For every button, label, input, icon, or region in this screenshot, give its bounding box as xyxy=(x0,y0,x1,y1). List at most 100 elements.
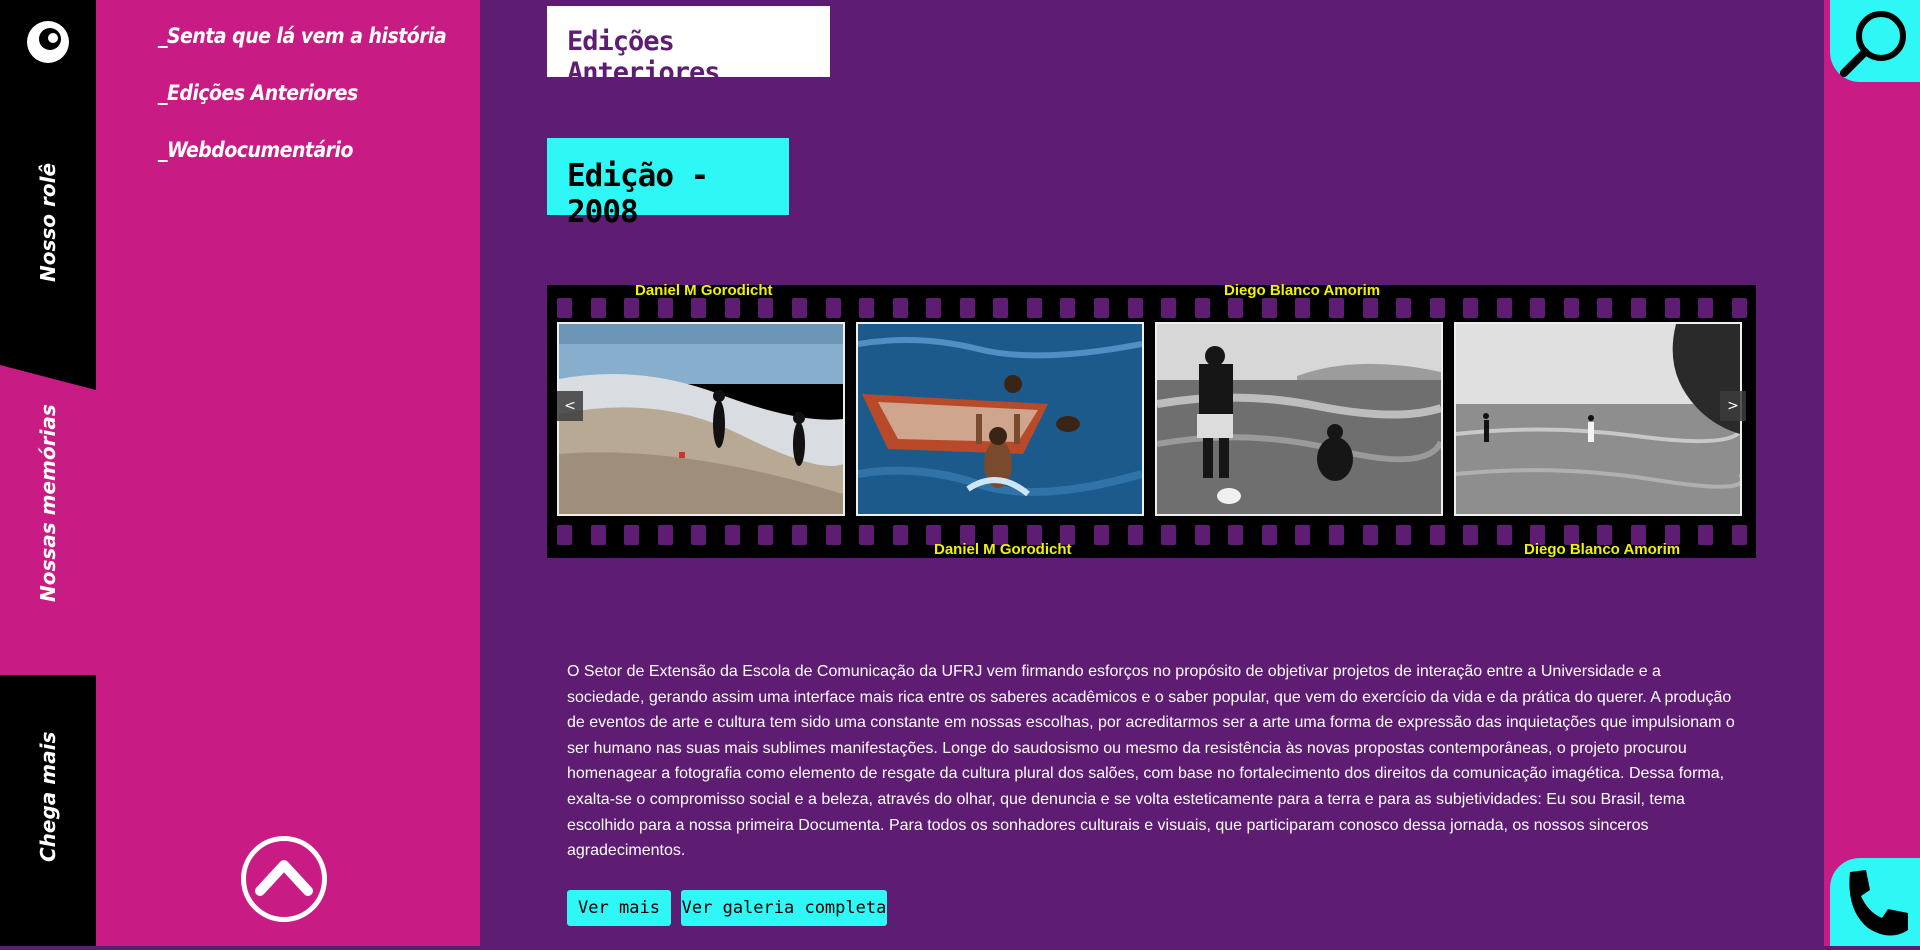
film-hole xyxy=(1664,298,1680,318)
film-hole xyxy=(1698,298,1714,318)
beach-photo xyxy=(559,324,843,514)
film-hole xyxy=(1060,298,1076,318)
film-hole xyxy=(1328,525,1344,545)
film-hole xyxy=(624,298,640,318)
film-hole xyxy=(724,298,740,318)
edition-description: O Setor de Extensão da Escola de Comunic… xyxy=(567,663,1735,860)
scroll-up-button[interactable] xyxy=(241,836,327,922)
film-hole xyxy=(657,525,673,545)
carousel-photo[interactable] xyxy=(856,322,1144,516)
film-hole xyxy=(1597,298,1613,318)
rail-item-chega-mais[interactable]: Chega mais xyxy=(36,732,60,862)
film-hole xyxy=(1261,298,1277,318)
film-hole xyxy=(1261,525,1277,545)
ver-galeria-completa-button[interactable]: Ver galeria completa xyxy=(681,890,887,926)
photo-caption: Daniel M Gorodicht xyxy=(635,282,773,299)
carousel-photo[interactable] xyxy=(1454,322,1742,516)
film-hole xyxy=(590,298,606,318)
submenu-panel: _Senta que lá vem a história _Edições An… xyxy=(96,0,480,946)
film-hole xyxy=(1127,298,1143,318)
film-hole xyxy=(1396,525,1412,545)
film-hole xyxy=(758,298,774,318)
phone-button[interactable] xyxy=(1830,858,1920,946)
film-hole xyxy=(993,298,1009,318)
film-hole xyxy=(1194,298,1210,318)
edition-title: Edição - 2008 xyxy=(567,158,709,230)
film-hole xyxy=(1161,525,1177,545)
film-hole xyxy=(1463,525,1479,545)
film-hole xyxy=(624,525,640,545)
film-hole xyxy=(557,525,572,545)
film-hole xyxy=(1698,525,1714,545)
left-rail: Nosso rolê Nossas memórias Chega mais xyxy=(0,0,96,946)
photo-caption: Daniel M Gorodicht xyxy=(934,541,1072,558)
film-hole xyxy=(892,525,908,545)
film-hole xyxy=(1563,298,1579,318)
film-hole xyxy=(1362,298,1378,318)
film-hole xyxy=(825,298,841,318)
film-hole xyxy=(724,525,740,545)
fisherman-photo xyxy=(1157,324,1441,514)
menu-item-edicoes-anteriores[interactable]: _Edições Anteriores xyxy=(158,81,358,105)
film-hole xyxy=(1228,298,1244,318)
film-holes-top xyxy=(557,298,1747,320)
film-hole xyxy=(892,298,908,318)
film-hole xyxy=(1429,298,1445,318)
film-hole xyxy=(1396,298,1412,318)
film-hole xyxy=(926,298,942,318)
menu-item-webdocumentario[interactable]: _Webdocumentário xyxy=(158,138,353,162)
film-hole xyxy=(1496,298,1512,318)
shore-photo xyxy=(1456,324,1740,514)
film-hole xyxy=(758,525,774,545)
logo-icon[interactable] xyxy=(27,21,69,63)
film-hole xyxy=(1026,298,1042,318)
phone-icon xyxy=(1849,870,1908,936)
film-hole xyxy=(1228,525,1244,545)
film-hole xyxy=(1530,298,1546,318)
carousel-prev-button[interactable]: < xyxy=(557,391,583,421)
ver-mais-button[interactable]: Ver mais xyxy=(567,890,671,926)
scroll-up-icon xyxy=(255,860,313,896)
carousel-next-button[interactable]: > xyxy=(1720,391,1746,421)
film-hole xyxy=(1731,525,1747,545)
film-hole xyxy=(590,525,606,545)
film-hole xyxy=(859,298,875,318)
film-hole xyxy=(1161,298,1177,318)
film-hole xyxy=(1429,525,1445,545)
photo-carousel[interactable]: Daniel M Gorodicht Diego Blanco Amorim D… xyxy=(547,282,1756,558)
edition-title-box: Edição - 2008 xyxy=(547,138,789,230)
boat-photo xyxy=(858,324,1142,514)
film-hole xyxy=(1731,298,1747,318)
film-hole xyxy=(557,298,572,318)
film-hole xyxy=(1194,525,1210,545)
right-strip xyxy=(1824,0,1920,946)
film-hole xyxy=(1094,298,1109,318)
film-hole xyxy=(1463,298,1479,318)
film-hole xyxy=(691,298,707,318)
film-hole xyxy=(1631,298,1646,318)
film-hole xyxy=(959,298,975,318)
film-hole xyxy=(691,525,707,545)
photo-caption: Diego Blanco Amorim xyxy=(1524,541,1681,558)
film-hole xyxy=(1127,525,1143,545)
film-hole xyxy=(1295,298,1311,318)
search-button[interactable] xyxy=(1830,0,1920,82)
menu-item-senta-que-la-vem-a-historia[interactable]: _Senta que lá vem a história xyxy=(158,24,447,48)
film-hole xyxy=(1295,525,1311,545)
rail-item-nosso-role[interactable]: Nosso rolê xyxy=(36,163,60,282)
film-hole xyxy=(859,525,875,545)
carousel-photo[interactable] xyxy=(557,322,845,516)
film-hole xyxy=(1094,525,1109,545)
page-title-box: Edições Anteriores xyxy=(547,6,830,88)
film-hole xyxy=(825,525,841,545)
carousel-photo[interactable] xyxy=(1155,322,1443,516)
film-hole xyxy=(791,298,807,318)
search-icon xyxy=(1840,11,1906,77)
film-hole xyxy=(1496,525,1512,545)
photo-caption: Diego Blanco Amorim xyxy=(1224,282,1381,299)
film-hole xyxy=(657,298,673,318)
page-title: Edições Anteriores xyxy=(567,26,721,88)
rail-item-nossas-memorias[interactable]: Nossas memórias xyxy=(36,404,60,602)
film-hole xyxy=(1328,298,1344,318)
film-hole xyxy=(1362,525,1378,545)
